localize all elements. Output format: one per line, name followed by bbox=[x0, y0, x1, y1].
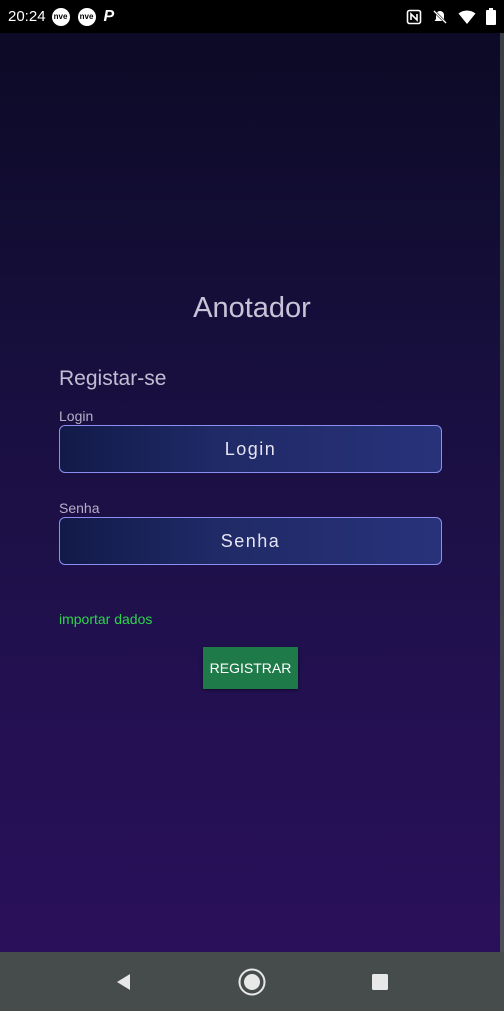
back-button[interactable] bbox=[104, 962, 144, 1002]
home-button[interactable] bbox=[232, 962, 272, 1002]
home-icon bbox=[238, 968, 266, 995]
wifi-icon bbox=[458, 9, 476, 25]
login-label: Login bbox=[59, 408, 94, 424]
nve-icon: nve bbox=[77, 7, 96, 26]
status-bar: 20:24 nve nve P bbox=[0, 0, 504, 33]
app-screen: Anotador Registar-se Login Senha importa… bbox=[0, 33, 504, 952]
navigation-bar bbox=[0, 952, 504, 1011]
password-label: Senha bbox=[59, 500, 100, 516]
nfc-icon bbox=[406, 9, 422, 25]
page-subtitle: Registar-se bbox=[59, 367, 167, 390]
nve-icon: nve bbox=[51, 7, 70, 26]
import-data-link[interactable]: importar dados bbox=[59, 611, 152, 627]
password-input[interactable] bbox=[60, 517, 441, 565]
login-field[interactable] bbox=[59, 425, 442, 473]
password-field[interactable] bbox=[59, 517, 442, 565]
window-edge bbox=[500, 33, 504, 952]
recents-icon bbox=[372, 973, 388, 990]
register-button[interactable]: REGISTRAR bbox=[203, 647, 298, 689]
status-time: 20:24 bbox=[8, 8, 46, 25]
back-icon bbox=[117, 973, 130, 990]
p-icon: P bbox=[103, 7, 115, 25]
battery-icon bbox=[486, 8, 496, 25]
status-icons bbox=[406, 8, 496, 25]
mute-icon bbox=[432, 9, 448, 25]
app-title: Anotador bbox=[193, 292, 311, 324]
login-input[interactable] bbox=[60, 425, 441, 473]
recents-button[interactable] bbox=[360, 962, 400, 1002]
